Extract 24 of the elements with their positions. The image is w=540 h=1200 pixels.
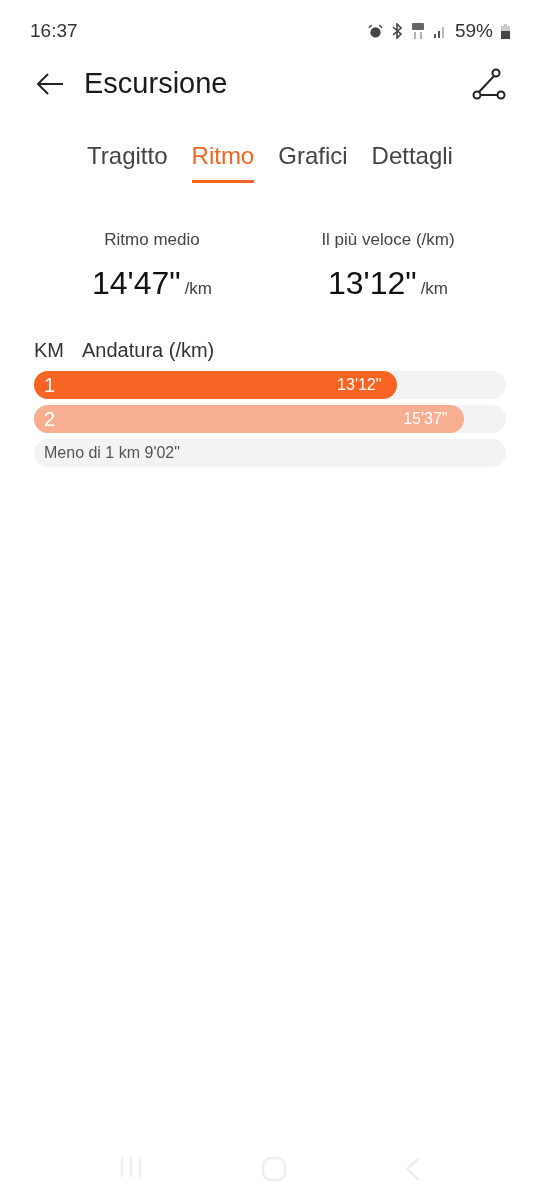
pace-value: 15'37" xyxy=(403,408,448,429)
status-time: 16:37 xyxy=(30,18,78,43)
pace-value: 13'12" xyxy=(337,374,382,395)
stat-label: Il più veloce (/km) xyxy=(321,229,455,251)
page-title: Escursione xyxy=(84,66,229,102)
tab[interactable]: Tragitto xyxy=(87,138,168,183)
stat-unit: /km xyxy=(184,277,212,300)
column-header: KM xyxy=(34,337,64,363)
tab[interactable]: Dettagli xyxy=(371,138,453,183)
battery-level: 59% xyxy=(454,18,493,43)
route-icon[interactable] xyxy=(472,67,506,101)
stat-label: Ritmo medio xyxy=(104,229,200,251)
alarm-icon xyxy=(367,23,383,39)
column-header: Andatura (/km) xyxy=(82,337,215,363)
tab[interactable]: Grafici xyxy=(278,138,348,183)
km-number: 1 xyxy=(44,372,56,398)
battery-icon xyxy=(501,23,510,39)
bluetooth-icon xyxy=(390,23,403,39)
km-number: 2 xyxy=(44,406,56,432)
signal-icon xyxy=(432,24,447,38)
stat-unit: /km xyxy=(420,277,448,300)
stat-value: 13'12" xyxy=(327,263,417,303)
partial-split: Meno di 1 km 9'02" xyxy=(44,442,180,463)
stat-value: 14'47" xyxy=(91,263,181,303)
